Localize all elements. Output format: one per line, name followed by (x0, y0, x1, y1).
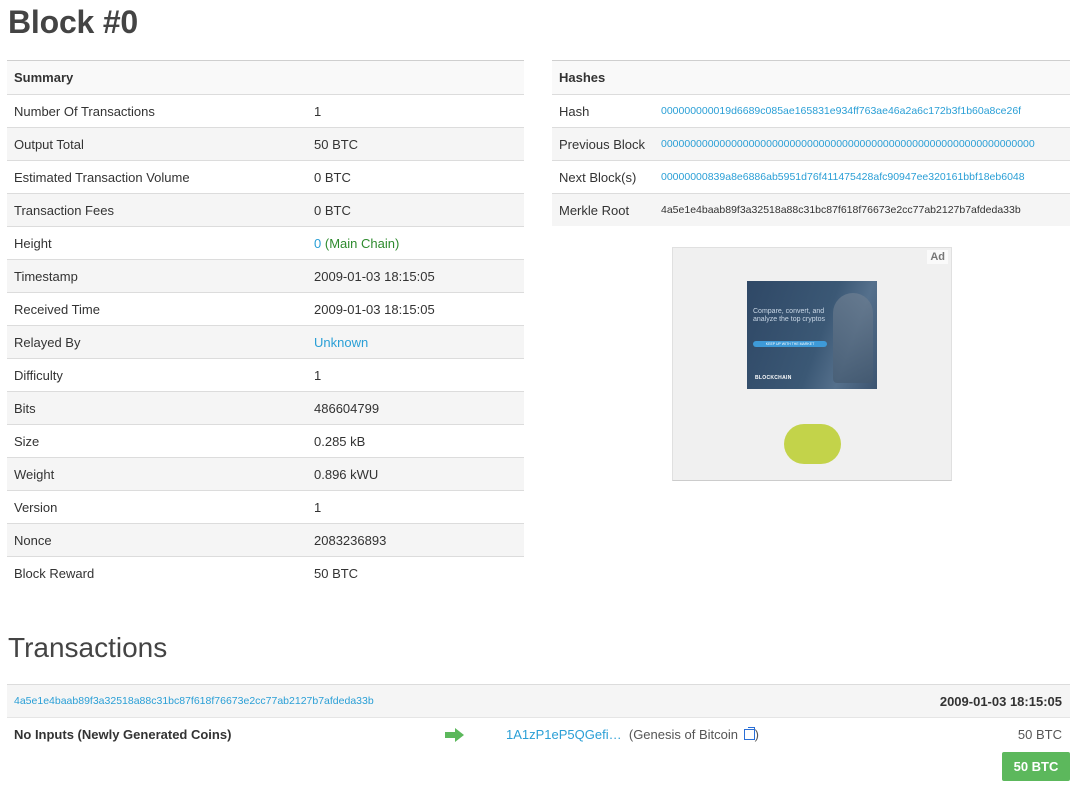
height-link[interactable]: 0 (314, 236, 321, 251)
row-label: Transaction Fees (7, 193, 307, 227)
table-row: Hash 000000000019d6689c085ae165831e934ff7… (552, 94, 1070, 128)
ad-banner[interactable]: Compare, convert, and analyze the top cr… (747, 281, 877, 389)
table-row: Weight 0.896 kWU (7, 457, 524, 491)
table-row: Next Block(s) 00000000839a8e6886ab5951d76… (552, 160, 1070, 194)
output-note: (Genesis of Bitcoin (628, 727, 738, 742)
row-value: 50 BTC (307, 127, 524, 161)
table-row: Height 0 (Main Chain) (7, 226, 524, 260)
transaction-time: 2009-01-03 18:15:05 (939, 694, 1062, 709)
ad-cta-button[interactable]: KEEP UP WITH THE MARKET (753, 341, 827, 347)
main-chain-label: (Main Chain) (324, 235, 400, 251)
table-row: Timestamp 2009-01-03 18:15:05 (7, 259, 524, 293)
table-row: Output Total 50 BTC (7, 127, 524, 161)
ad-label: Ad (927, 250, 948, 264)
hashes-table: Hashes Hash 000000000019d6689c085ae165831… (552, 60, 1070, 226)
table-row: Bits 486604799 (7, 391, 524, 425)
row-value: 1 (307, 358, 524, 392)
table-row: Nonce 2083236893 (7, 523, 524, 557)
ad-container[interactable]: Ad Compare, convert, and analyze the top… (672, 247, 952, 481)
row-value: 1 (307, 490, 524, 524)
row-label: Estimated Transaction Volume (7, 160, 307, 194)
output-note-close: ) (754, 727, 759, 742)
row-label: Version (7, 490, 307, 524)
row-value: Unknown (307, 325, 524, 359)
ad-pill-shape (784, 424, 841, 464)
row-value: 50 BTC (307, 556, 524, 589)
summary-heading: Summary (7, 60, 524, 95)
external-link-icon[interactable] (743, 727, 755, 740)
output-amount: 50 BTC (1017, 727, 1062, 742)
table-row: Previous Block 00000000000000000000000000… (552, 127, 1070, 161)
row-label: Relayed By (7, 325, 307, 359)
row-label: Previous Block (552, 127, 654, 161)
row-label: Weight (7, 457, 307, 491)
row-value: 0 BTC (307, 193, 524, 227)
row-value: 0.285 kB (307, 424, 524, 458)
row-label: Next Block(s) (552, 160, 654, 194)
transaction-hash-link[interactable]: 4a5e1e4baab89f3a32518a88c31bc87f618f7667… (14, 695, 374, 707)
arrow-right-icon (445, 728, 464, 742)
row-label: Difficulty (7, 358, 307, 392)
row-value: 2009-01-03 18:15:05 (307, 292, 524, 326)
row-label: Block Reward (7, 556, 307, 589)
table-row: Version 1 (7, 490, 524, 524)
table-row: Received Time 2009-01-03 18:15:05 (7, 292, 524, 326)
row-value: 1 (307, 94, 524, 128)
row-label: Merkle Root (552, 193, 654, 226)
transactions-title: Transactions (8, 632, 168, 663)
table-row: Relayed By Unknown (7, 325, 524, 359)
ad-logo: BLOCKCHAIN (755, 375, 792, 381)
output-address-link[interactable]: 1A1zP1eP5QGefi… (506, 727, 622, 742)
row-label: Nonce (7, 523, 307, 557)
table-row: Estimated Transaction Volume 0 BTC (7, 160, 524, 194)
ad-text: Compare, convert, and analyze the top cr… (753, 308, 825, 323)
summary-table: Summary Number Of Transactions 1 Output T… (7, 60, 524, 589)
hashes-heading: Hashes (552, 60, 1070, 95)
transaction-output: 1A1zP1eP5QGefi… (Genesis of Bitcoin ) (506, 727, 759, 742)
row-value: 0 BTC (307, 160, 524, 194)
row-label: Output Total (7, 127, 307, 161)
row-label: Height (7, 226, 307, 260)
table-row: Size 0.285 kB (7, 424, 524, 458)
row-value: 000000000019d6689c085ae165831e934ff763ae… (654, 94, 1070, 128)
table-row: Number Of Transactions 1 (7, 94, 524, 128)
block-hash-link[interactable]: 000000000019d6689c085ae165831e934ff763ae… (661, 105, 1021, 117)
next-block-link[interactable]: 00000000839a8e6886ab5951d76f411475428afc… (661, 171, 1025, 183)
row-label: Received Time (7, 292, 307, 326)
row-value: 2009-01-03 18:15:05 (307, 259, 524, 293)
row-value: 0.896 kWU (307, 457, 524, 491)
table-row: Difficulty 1 (7, 358, 524, 392)
row-value: 0 (Main Chain) (307, 226, 524, 260)
transaction-header: 4a5e1e4baab89f3a32518a88c31bc87f618f7667… (7, 684, 1070, 718)
ad-person-image (833, 293, 873, 383)
row-label: Bits (7, 391, 307, 425)
row-label: Hash (552, 94, 654, 128)
row-label: Size (7, 424, 307, 458)
transaction-row: No Inputs (Newly Generated Coins) 1A1zP1… (7, 717, 1070, 751)
row-value: 00000000839a8e6886ab5951d76f411475428afc… (654, 160, 1070, 194)
page-title: Block #0 (8, 4, 139, 40)
transaction-total-button[interactable]: 50 BTC (1002, 752, 1070, 781)
merkle-root-value: 4a5e1e4baab89f3a32518a88c31bc87f618f7667… (654, 193, 1070, 226)
transaction-inputs: No Inputs (Newly Generated Coins) (14, 727, 232, 742)
table-row: Merkle Root 4a5e1e4baab89f3a32518a88c31bc… (552, 193, 1070, 226)
row-value: 2083236893 (307, 523, 524, 557)
table-row: Transaction Fees 0 BTC (7, 193, 524, 227)
previous-block-link[interactable]: 0000000000000000000000000000000000000000… (661, 138, 1035, 150)
row-value: 0000000000000000000000000000000000000000… (654, 127, 1070, 161)
table-row: Block Reward 50 BTC (7, 556, 524, 589)
row-label: Number Of Transactions (7, 94, 307, 128)
relayed-by-link[interactable]: Unknown (314, 335, 368, 350)
row-value: 486604799 (307, 391, 524, 425)
row-label: Timestamp (7, 259, 307, 293)
